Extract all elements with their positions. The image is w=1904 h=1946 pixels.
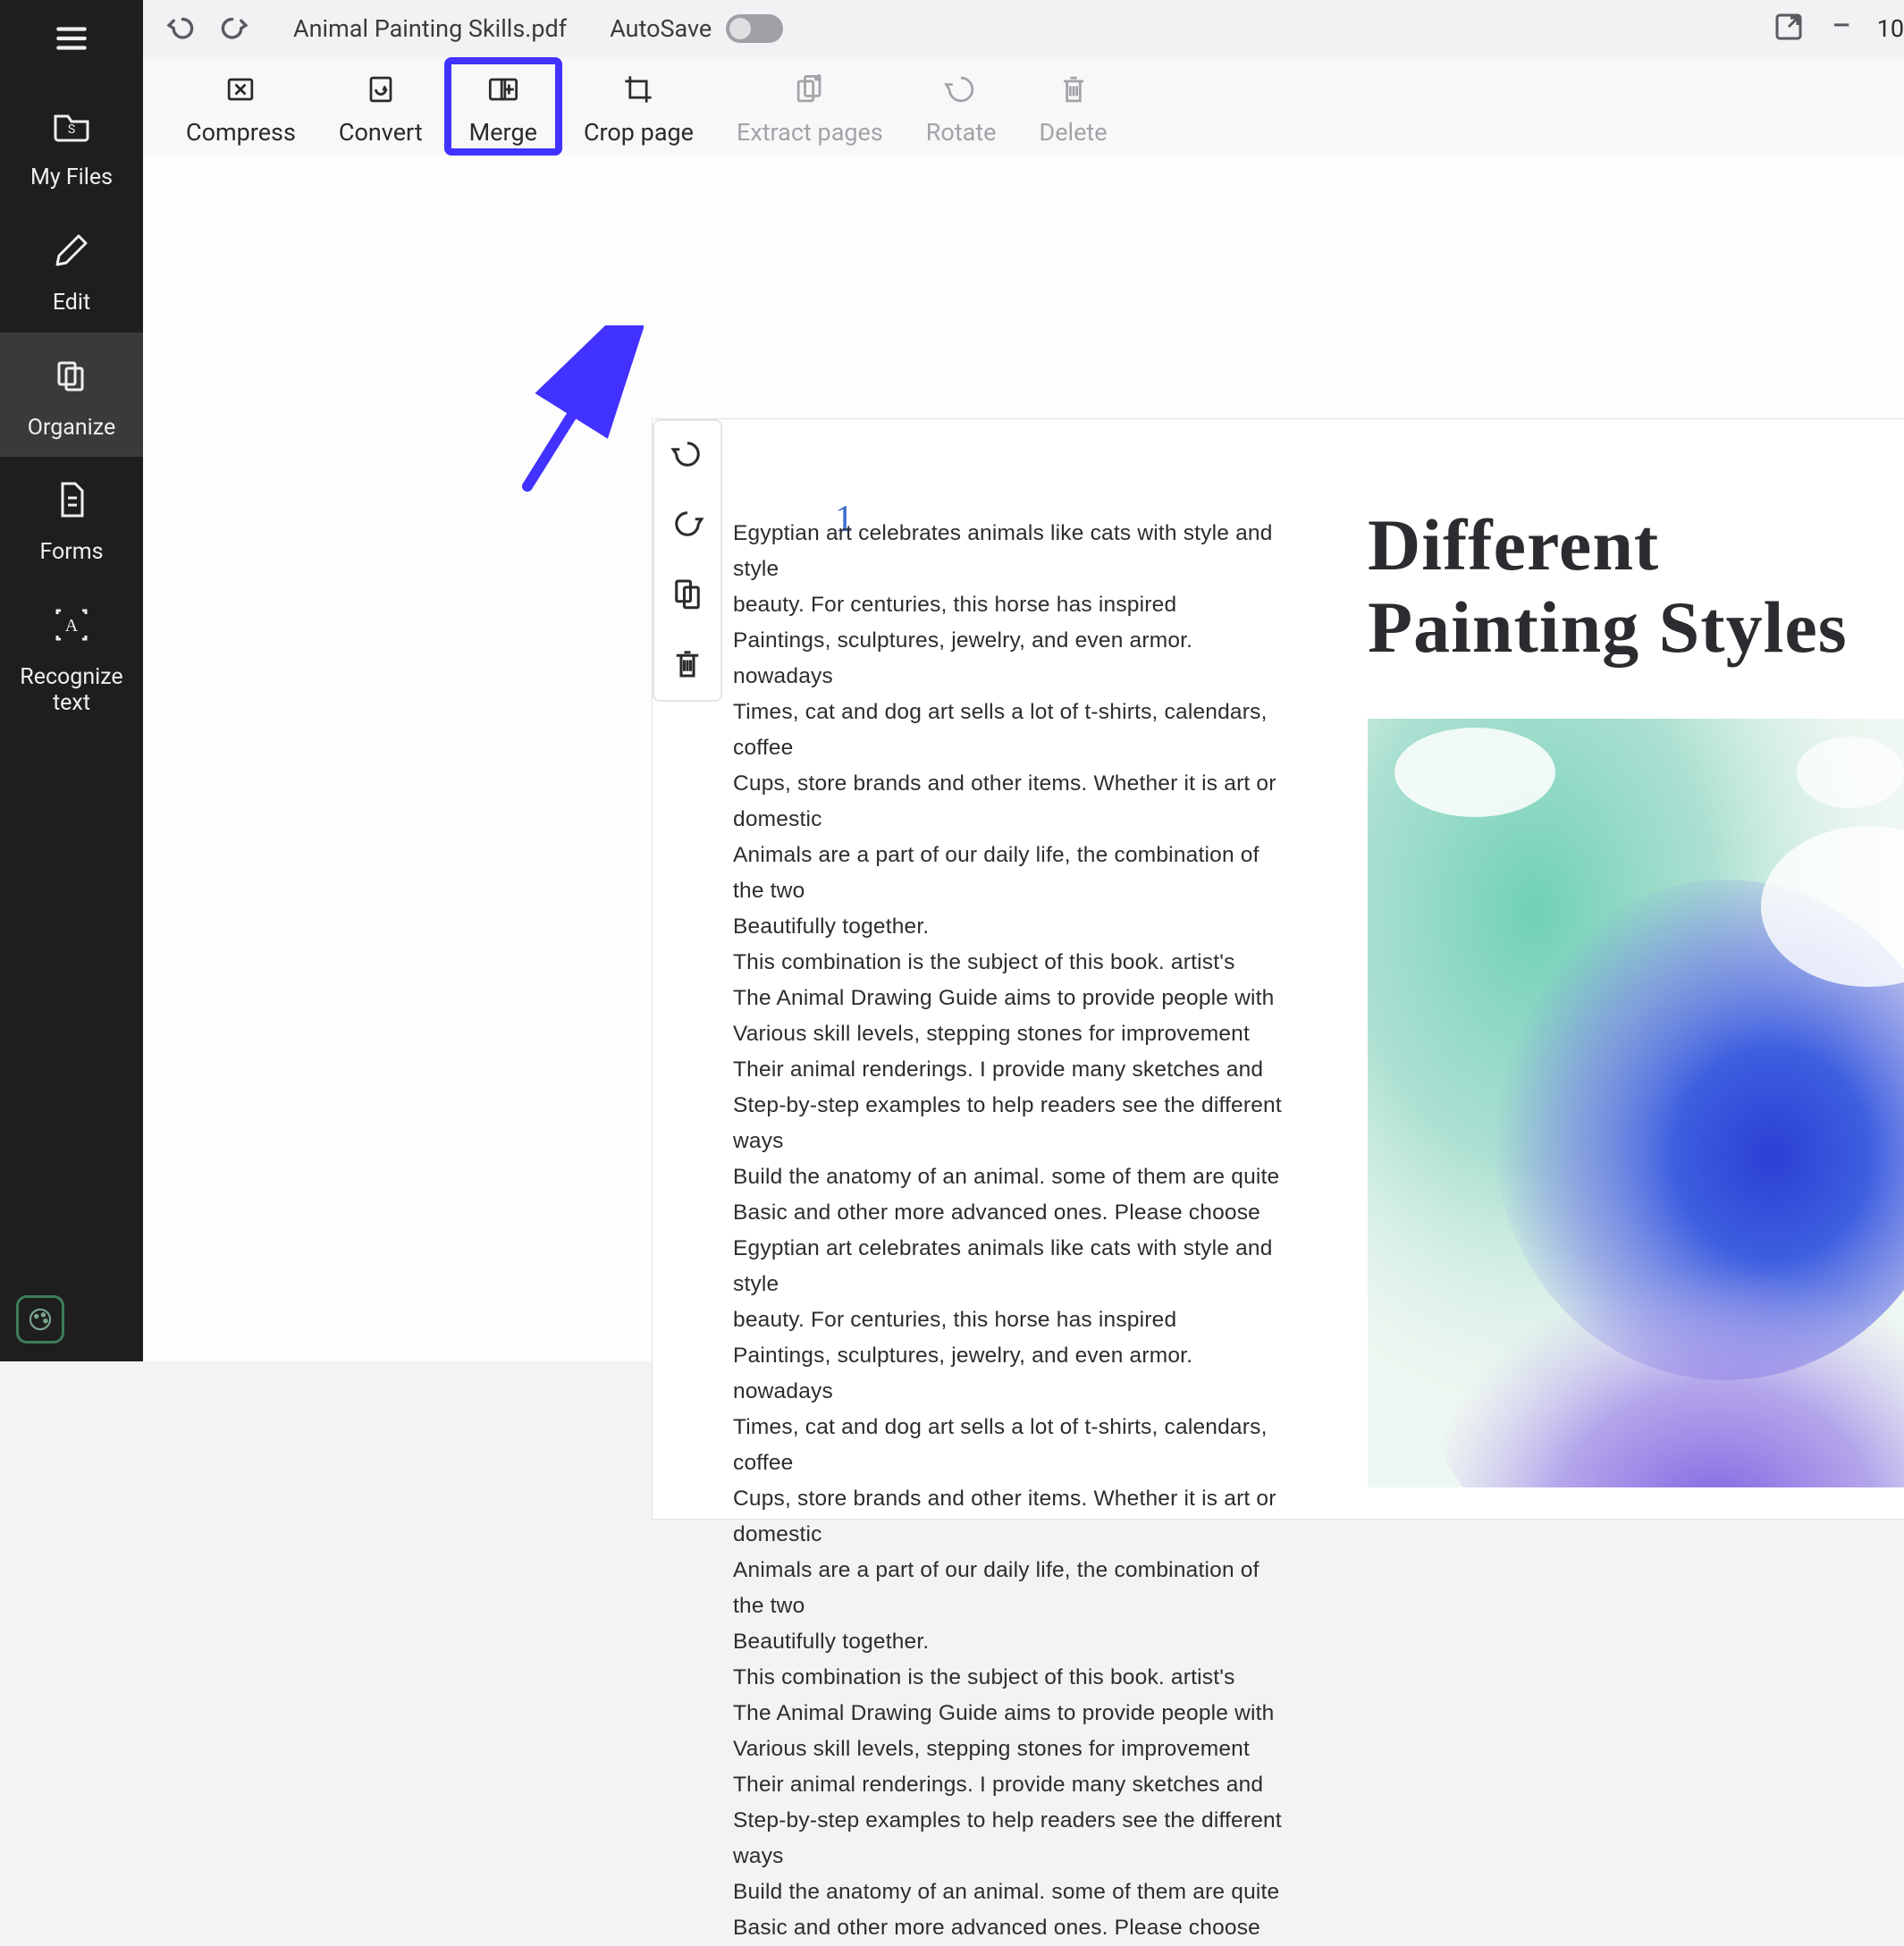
zoom-level: 10 (1877, 14, 1904, 43)
tool-delete[interactable]: Delete (1018, 61, 1129, 152)
tool-extract[interactable]: Extract pages (715, 61, 905, 152)
body-line: Step-by-step examples to help readers se… (733, 1088, 1287, 1159)
topbar: Animal Painting Skills.pdf AutoSave − 10 (143, 0, 1904, 57)
tool-convert[interactable]: Convert (317, 61, 444, 152)
undo-icon[interactable] (164, 12, 195, 46)
toolstrip: Compress Convert Merge Crop page Extract… (143, 57, 1904, 156)
tool-rotate[interactable]: Rotate (905, 61, 1018, 152)
body-line: Basic and other more advanced ones. Plea… (733, 1195, 1287, 1231)
pages-icon (50, 354, 93, 403)
zoom-out-icon[interactable]: − (1832, 4, 1852, 46)
page-floating-toolbar (653, 419, 722, 702)
pencil-icon (50, 229, 93, 278)
tool-label: Merge (469, 118, 537, 147)
page-body-text: Egyptian art celebrates animals like cat… (733, 516, 1287, 1946)
filename: Animal Painting Skills.pdf (293, 14, 567, 43)
ocr-icon: A (50, 603, 93, 653)
folder-icon: S (50, 104, 93, 153)
sidebar-label: Organize (28, 416, 115, 442)
sidebar-label: Recognize text (20, 665, 122, 717)
sidebar-item-forms[interactable]: Forms (0, 457, 143, 582)
tool-merge[interactable]: Merge (444, 57, 562, 156)
body-line: Egyptian art celebrates animals like cat… (733, 516, 1287, 587)
body-line: Beautifully together. (733, 1624, 1287, 1660)
sidebar-item-organize[interactable]: Organize (0, 333, 143, 458)
workspace: 1 Egyptian art celebrates animals like c… (143, 156, 1904, 1361)
tool-label: Compress (186, 118, 296, 147)
document-icon (50, 478, 93, 527)
menu-icon[interactable] (53, 20, 90, 61)
body-line: Cups, store brands and other items. Whet… (733, 1481, 1287, 1553)
autosave-control: AutoSave (610, 14, 783, 43)
pdf-page[interactable]: 1 Egyptian art celebrates animals like c… (653, 419, 1904, 1519)
redo-icon[interactable] (220, 12, 250, 46)
body-line: The Animal Drawing Guide aims to provide… (733, 981, 1287, 1016)
body-line: Their animal renderings. I provide many … (733, 1767, 1287, 1803)
rotate-cw-icon[interactable] (669, 505, 706, 546)
body-line: Egyptian art celebrates animals like cat… (733, 1231, 1287, 1302)
body-line: beauty. For centuries, this horse has in… (733, 587, 1287, 623)
tool-label: Delete (1040, 118, 1108, 147)
body-line: Paintings, sculptures, jewelry, and even… (733, 623, 1287, 695)
svg-text:S: S (68, 122, 75, 137)
body-line: This combination is the subject of this … (733, 1660, 1287, 1696)
fullscreen-icon[interactable] (1771, 9, 1807, 48)
body-line: Step-by-step examples to help readers se… (733, 1803, 1287, 1874)
body-line: Build the anatomy of an animal. some of … (733, 1874, 1287, 1910)
sidebar-label: Edit (53, 291, 90, 316)
delete-page-icon[interactable] (669, 644, 706, 686)
tool-label: Extract pages (737, 118, 883, 147)
svg-text:A: A (65, 616, 79, 636)
body-line: Animals are a part of our daily life, th… (733, 838, 1287, 909)
body-line: Times, cat and dog art sells a lot of t-… (733, 695, 1287, 766)
palette-button[interactable] (16, 1295, 64, 1344)
autosave-toggle[interactable] (726, 14, 783, 43)
sidebar-item-myfiles[interactable]: S My Files (0, 82, 143, 207)
body-line: Various skill levels, stepping stones fo… (733, 1731, 1287, 1767)
duplicate-icon[interactable] (669, 575, 706, 616)
body-line: Cups, store brands and other items. Whet… (733, 766, 1287, 838)
body-line: Their animal renderings. I provide many … (733, 1052, 1287, 1088)
sidebar-item-recognize[interactable]: A Recognize text (0, 582, 143, 733)
body-line: Animals are a part of our daily life, th… (733, 1553, 1287, 1624)
tool-label: Crop page (584, 118, 694, 147)
page-heading: Different Painting Styles (1368, 504, 1904, 669)
sidebar-label: Forms (39, 540, 103, 566)
rotate-ccw-icon[interactable] (669, 435, 706, 476)
body-line: Times, cat and dog art sells a lot of t-… (733, 1410, 1287, 1481)
watercolor-image (1368, 719, 1904, 1487)
sidebar-label: My Files (30, 165, 113, 191)
body-line: This combination is the subject of this … (733, 945, 1287, 981)
tool-label: Rotate (926, 118, 997, 147)
sidebar: S My Files Edit Organize Forms (0, 0, 143, 1361)
body-line: beauty. For centuries, this horse has in… (733, 1302, 1287, 1338)
body-line: The Animal Drawing Guide aims to provide… (733, 1696, 1287, 1731)
tool-label: Convert (339, 118, 423, 147)
highlight-arrow (518, 325, 644, 495)
body-line: Paintings, sculptures, jewelry, and even… (733, 1338, 1287, 1410)
autosave-label: AutoSave (610, 14, 712, 43)
tool-compress[interactable]: Compress (164, 61, 317, 152)
body-line: Basic and other more advanced ones. Plea… (733, 1910, 1287, 1946)
body-line: Beautifully together. (733, 909, 1287, 945)
body-line: Build the anatomy of an animal. some of … (733, 1159, 1287, 1195)
sidebar-item-edit[interactable]: Edit (0, 207, 143, 333)
tool-crop[interactable]: Crop page (562, 61, 715, 152)
body-line: Various skill levels, stepping stones fo… (733, 1016, 1287, 1052)
